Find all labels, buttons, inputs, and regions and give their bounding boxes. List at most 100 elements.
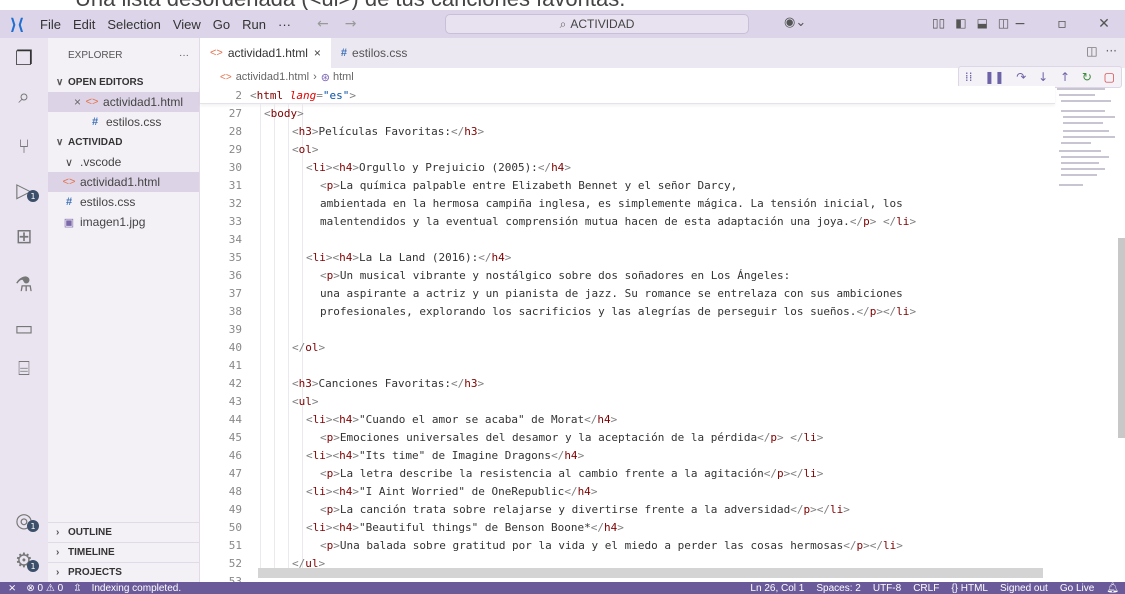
tree-item-vscode[interactable]: ∨ .vscode [48,152,199,172]
split-editor-icon[interactable]: ◫ [1086,44,1097,58]
minimize-icon[interactable]: − [999,10,1041,38]
code-line[interactable]: 42 <h3>Canciones Favoritas:</h3> [200,374,1055,392]
status-left: ⨯ ⊗ 0 ⚠ 0 ⇫ Indexing completed. [0,583,181,594]
code-line[interactable]: 38 profesionales, explorando los sacrific… [200,302,1055,320]
indentation[interactable]: Spaces: 2 [816,583,860,594]
menu-file[interactable]: File [34,17,67,32]
toggle-primary-sidebar-icon[interactable]: ◧ [955,16,966,30]
encoding[interactable]: UTF-8 [873,583,901,594]
code-editor[interactable]: 27 <body> 28 <h3>Películas Favoritas:</h3> 2… [200,104,1055,594]
copilot-icon[interactable]: ◉⌄ [784,15,806,30]
restart-icon[interactable]: ↻ [1082,70,1092,84]
menu-view[interactable]: View [167,17,207,32]
code-line[interactable]: 29 <ol> [200,140,1055,158]
code-text: <h3>Canciones Favoritas:</h3> [292,376,485,390]
step-over-icon[interactable]: ↷ [1016,70,1026,84]
toggle-panel-icon[interactable]: ⬓ [977,16,988,30]
code-line[interactable]: 35 <li><h4>La La Land (2016):</h4> [200,248,1055,266]
end-of-line[interactable]: CRLF [913,583,939,594]
vertical-scrollbar[interactable] [1118,238,1125,438]
search-view-icon[interactable]: ⌕ [0,76,48,116]
code-line[interactable]: 44 <li><h4>"Cuando el amor se acaba" de M… [200,410,1055,428]
menu-run[interactable]: Run [236,17,272,32]
code-line[interactable]: 28 <h3>Películas Favoritas:</h3> [200,122,1055,140]
breadcrumb-file[interactable]: actividad1.html [236,71,309,83]
forward-arrow-icon[interactable]: → [337,16,365,32]
drag-handle-icon[interactable]: ⁞⁞ [965,70,973,84]
open-editor-estilos[interactable]: # estilos.css [48,112,199,132]
code-line[interactable]: 40 </ol> [200,338,1055,356]
code-line[interactable]: 30 <li><h4>Orgullo y Prejuicio (2005):</h… [200,158,1055,176]
code-line[interactable]: 46 <li><h4>"Its time" de Imagine Dragons<… [200,446,1055,464]
tab-estilos[interactable]: # estilos.css [331,38,417,68]
cursor-position[interactable]: Ln 26, Col 1 [750,583,804,594]
code-line[interactable]: 33 malentendidos y la eventual comprensió… [200,212,1055,230]
step-out-icon[interactable]: ↑ [1060,70,1070,84]
notifications-bell-icon[interactable]: 🔔︎ [1106,583,1119,594]
step-into-icon[interactable]: ↓ [1038,70,1048,84]
go-live-button[interactable]: Go Live [1060,583,1094,594]
restore-icon[interactable]: ▫ [1041,10,1083,38]
code-line[interactable]: 36 <p>Un musical vibrante y nostálgico so… [200,266,1055,284]
menu-selection[interactable]: Selection [101,17,166,32]
tab-actividad1[interactable]: <> actividad1.html × [200,38,331,68]
code-line[interactable]: 34 [200,230,1055,248]
source-control-icon[interactable]: ⑂ [0,126,48,166]
explorer-icon[interactable]: ❐ [0,38,48,78]
code-line[interactable]: 37 una aspirante a actriz y un pianista d… [200,284,1055,302]
horizontal-scrollbar[interactable] [258,568,1043,578]
close-tab-icon[interactable]: × [314,46,321,60]
code-line[interactable]: 39 [200,320,1055,338]
menu-more[interactable]: ··· [272,17,297,32]
outline-section[interactable]: › OUTLINE [48,522,200,542]
code-line[interactable]: 48 <li><h4>"I Aint Worried" de OneRepubli… [200,482,1055,500]
command-center-search[interactable]: ⌕ ACTIVIDAD [445,14,749,34]
breadcrumb-element[interactable]: html [333,71,354,83]
testing-icon[interactable]: ⚗ [0,264,48,304]
close-editor-icon[interactable]: × [74,95,81,109]
code-line[interactable]: 49 <p>La canción trata sobre relajarse y … [200,500,1055,518]
manage-gear-icon[interactable]: ⚙ 1 [0,540,48,580]
menu-edit[interactable]: Edit [67,17,101,32]
tree-item-imagen1[interactable]: ▣ imagen1.jpg [48,212,199,232]
accounts-icon[interactable]: ◎ 1 [0,500,48,540]
remote-indicator-icon[interactable]: ⨯ [8,583,16,594]
back-arrow-icon[interactable]: ← [309,16,337,32]
line-number: 52 [228,556,242,570]
timeline-section[interactable]: › TIMELINE [48,542,200,562]
problems-indicator[interactable]: ⊗ 0 ⚠ 0 [26,583,63,594]
customize-layout-icon[interactable]: ▯▯ [932,16,945,30]
open-editors-section[interactable]: ∨ OPEN EDITORS [48,72,199,92]
navigation-arrows: ← → [309,16,364,32]
tree-item-actividad1[interactable]: <> actividad1.html [48,172,199,192]
extensions-icon[interactable]: ⊞ [0,216,48,256]
close-window-icon[interactable]: ✕ [1083,10,1125,38]
code-line[interactable]: 47 <p>La letra describe la resistencia al… [200,464,1055,482]
minimap[interactable] [1055,86,1115,506]
more-actions-icon[interactable]: ··· [1106,44,1117,58]
bookmark-icon[interactable]: ⌸ [0,348,48,388]
folder-section-actividad[interactable]: ∨ ACTIVIDAD [48,132,199,152]
code-line[interactable]: 43 <ul> [200,392,1055,410]
remote-explorer-icon[interactable]: ▭ [0,308,48,348]
code-line[interactable]: 31 <p>La química palpable entre Elizabeth… [200,176,1055,194]
language-mode[interactable]: {} HTML [951,583,988,594]
open-editor-actividad1[interactable]: × <> actividad1.html [48,92,199,112]
code-line[interactable]: 41 [200,356,1055,374]
stop-icon[interactable]: ▢ [1104,70,1115,84]
menu-go[interactable]: Go [207,17,236,32]
code-line[interactable]: 51 <p>Una balada sobre gratitud por la vi… [200,536,1055,554]
explorer-more-icon[interactable]: ··· [179,50,189,61]
projects-section[interactable]: › PROJECTS [48,562,200,582]
code-line[interactable]: 27 <body> [200,104,1055,122]
ports-icon[interactable]: ⇫ [73,583,81,594]
code-line[interactable]: 50 <li><h4>"Beautiful things" de Benson B… [200,518,1055,536]
code-line[interactable]: 32 ambientada en la hermosa campiña ingle… [200,194,1055,212]
minimap-line [1059,94,1095,96]
sticky-scroll-line[interactable]: 2 <html lang="es"> [200,86,1055,104]
code-line[interactable]: 45 <p>Emociones universales del desamor y… [200,428,1055,446]
pause-icon[interactable]: ❚❚ [984,70,1004,84]
run-debug-icon[interactable]: ▷ 1 [0,170,48,210]
tree-item-estilos[interactable]: # estilos.css [48,192,199,212]
account-status[interactable]: Signed out [1000,583,1048,594]
